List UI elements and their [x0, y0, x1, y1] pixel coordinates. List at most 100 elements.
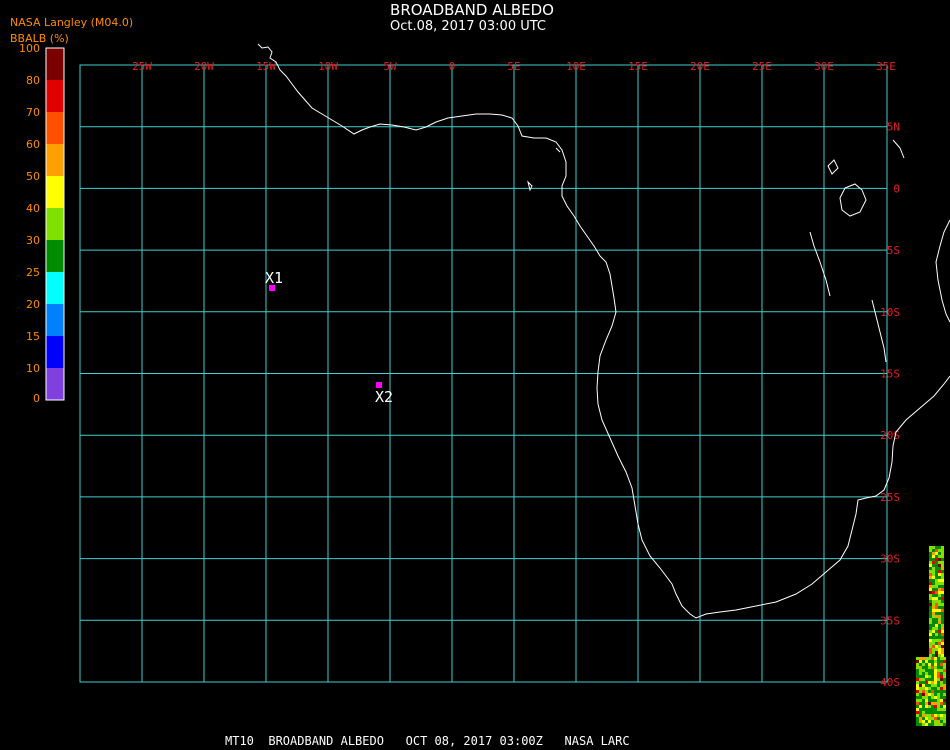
data-strip-pixel: [937, 663, 940, 666]
data-strip-pixel: [932, 603, 935, 606]
data-strip-pixel: [937, 657, 940, 660]
data-strip-pixel: [932, 585, 935, 588]
data-strip-pixel: [931, 663, 934, 666]
data-strip-pixel: [929, 612, 932, 615]
data-strip-pixel: [931, 687, 934, 690]
data-strip-pixel: [935, 606, 938, 609]
data-strip-pixel: [941, 618, 944, 621]
data-strip-pixel: [929, 603, 932, 606]
data-strip-pixel: [929, 594, 932, 597]
data-strip-pixel: [943, 657, 946, 660]
data-strip-pixel: [935, 573, 938, 576]
latitude-label: 0: [893, 182, 900, 195]
data-strip-pixel: [929, 552, 932, 555]
latitude-label: 15S: [880, 368, 900, 381]
data-strip-pixel: [938, 585, 941, 588]
data-strip-pixel: [932, 645, 935, 648]
latitude-label: 25S: [880, 491, 900, 504]
data-strip-pixel: [940, 717, 943, 720]
data-strip-pixel: [919, 705, 922, 708]
data-strip-pixel: [928, 714, 931, 717]
data-strip-pixel: [928, 660, 931, 663]
data-strip-pixel: [932, 594, 935, 597]
data-strip-pixel: [916, 657, 919, 660]
data-strip-pixel: [929, 555, 932, 558]
colorbar-swatch: [46, 240, 64, 272]
africa-west-coast: [257, 43, 950, 619]
data-strip-pixel: [932, 552, 935, 555]
data-strip-pixel: [925, 675, 928, 678]
data-strip-pixel: [932, 606, 935, 609]
data-strip-pixel: [940, 660, 943, 663]
data-strip-pixel: [935, 612, 938, 615]
data-strip-pixel: [928, 711, 931, 714]
colorbar-swatch: [46, 368, 64, 400]
data-strip-pixel: [937, 708, 940, 711]
colorbar-swatch: [46, 48, 64, 80]
colorbar-tick-label: 30: [26, 234, 40, 247]
data-strip-pixel: [932, 549, 935, 552]
data-strip-pixel: [929, 576, 932, 579]
data-strip-pixel: [938, 636, 941, 639]
data-strip-pixel: [916, 711, 919, 714]
colorbar-swatch: [46, 272, 64, 304]
data-strip-pixel: [940, 690, 943, 693]
data-strip-pixel: [916, 660, 919, 663]
data-strip-pixel: [938, 612, 941, 615]
footer-caption: MT10 BROADBAND ALBEDO OCT 08, 2017 03:00…: [225, 734, 630, 748]
data-strip-pixel: [935, 588, 938, 591]
data-strip-pixel: [941, 558, 944, 561]
data-strip-pixel: [922, 669, 925, 672]
data-strip-pixel: [938, 603, 941, 606]
data-strip-pixel: [916, 699, 919, 702]
data-strip-pixel: [916, 717, 919, 720]
data-strip-pixel: [940, 678, 943, 681]
data-strip-pixel: [935, 594, 938, 597]
data-strip-pixel: [919, 693, 922, 696]
data-strip-pixel: [928, 678, 931, 681]
data-strip-pixel: [922, 714, 925, 717]
data-strip-pixel: [929, 573, 932, 576]
data-strip-pixel: [929, 633, 932, 636]
data-strip-pixel: [943, 693, 946, 696]
data-strip-pixel: [916, 705, 919, 708]
data-strip-pixel: [925, 717, 928, 720]
data-strip-pixel: [931, 702, 934, 705]
colorbar-swatch: [46, 112, 64, 144]
data-strip-pixel: [941, 549, 944, 552]
data-strip-pixel: [919, 696, 922, 699]
data-strip-pixel: [940, 681, 943, 684]
longitude-label: 15W: [256, 60, 276, 73]
data-strip-pixel: [934, 669, 937, 672]
data-strip-pixel: [935, 576, 938, 579]
data-strip-pixel: [922, 663, 925, 666]
data-strip-pixel: [935, 618, 938, 621]
data-strip-pixel: [922, 678, 925, 681]
data-strip-pixel: [934, 666, 937, 669]
data-strip-pixel: [938, 570, 941, 573]
data-strip-pixel: [932, 555, 935, 558]
data-strip-pixel: [931, 696, 934, 699]
longitude-label: 5E: [507, 60, 520, 73]
data-strip-pixel: [928, 669, 931, 672]
data-strip-pixel: [925, 699, 928, 702]
data-strip-pixel: [925, 663, 928, 666]
data-strip-pixel: [916, 708, 919, 711]
colorbar-tick-label: 40: [26, 202, 40, 215]
data-strip-pixel: [932, 591, 935, 594]
data-strip-pixel: [940, 666, 943, 669]
data-strip-pixel: [932, 627, 935, 630]
longitude-label: 30E: [814, 60, 834, 73]
latitude-label: 40S: [880, 676, 900, 689]
marker-x1-label: X1: [265, 269, 283, 287]
data-strip-pixel: [919, 708, 922, 711]
data-strip-pixel: [935, 591, 938, 594]
data-strip-pixel: [916, 669, 919, 672]
longitude-label: 15E: [628, 60, 648, 73]
data-strip-pixel: [941, 582, 944, 585]
data-strip-pixel: [932, 633, 935, 636]
data-strip-pixel: [935, 648, 938, 651]
data-strip-pixel: [928, 687, 931, 690]
data-strip-pixel: [932, 582, 935, 585]
data-strip-pixel: [935, 615, 938, 618]
